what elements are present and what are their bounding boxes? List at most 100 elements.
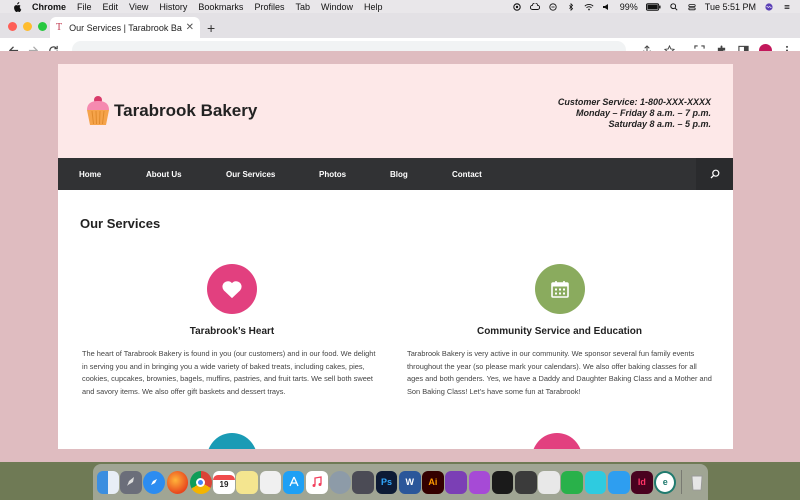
page-title: Our Services	[80, 216, 161, 231]
favicon-icon: T	[56, 22, 63, 33]
menu-help[interactable]: Help	[364, 2, 383, 12]
nav-photos[interactable]: Photos	[319, 170, 346, 179]
clapper-icon[interactable]	[514, 470, 537, 494]
chrome-dock-icon[interactable]	[189, 470, 212, 494]
nav-our-services[interactable]: Our Services	[226, 170, 275, 179]
bluetooth-icon[interactable]	[566, 2, 576, 11]
word-icon[interactable]: W	[398, 470, 421, 494]
music-note-icon	[312, 476, 322, 487]
app-store-icon[interactable]	[282, 470, 305, 494]
trash-icon[interactable]	[686, 471, 708, 494]
close-tab-icon[interactable]: ✕	[186, 22, 194, 33]
customer-service-line: Customer Service: 1-800-XXX-XXXX	[557, 97, 711, 107]
menu-file[interactable]: File	[77, 2, 92, 12]
menu-tab[interactable]: Tab	[295, 2, 310, 12]
preview-icon[interactable]	[259, 470, 282, 494]
final-draft-icon[interactable]	[491, 470, 514, 494]
calendar-icon	[550, 281, 569, 298]
app-store-glyph-icon	[289, 476, 299, 487]
siri-icon[interactable]	[764, 2, 774, 11]
creative-cloud-icon[interactable]	[529, 2, 540, 11]
monitor-icon[interactable]	[548, 2, 558, 11]
tab-title: Our Services | Tarabrook Bake	[69, 22, 182, 33]
affinity-icon[interactable]	[607, 470, 630, 494]
safari-icon[interactable]	[143, 470, 166, 494]
macos-menubar: Chrome File Edit View History Bookmarks …	[0, 0, 800, 13]
menu-edit[interactable]: Edit	[103, 2, 119, 12]
service-title: Tarabrook’s Heart	[189, 326, 275, 337]
page-viewport: Tarabrook Bakery Customer Service: 1-800…	[0, 51, 800, 449]
saturday-hours: Saturday 8 a.m. – 5 p.m.	[608, 119, 711, 129]
cupcake-logo-icon	[87, 96, 109, 125]
photoshop-icon[interactable]: Ps	[375, 470, 398, 494]
rocket-icon	[127, 477, 135, 486]
weekday-hours: Monday – Friday 8 a.m. – 7 p.m.	[575, 108, 711, 118]
e-app-icon[interactable]: e	[654, 470, 677, 494]
notification-center-icon[interactable]	[782, 3, 792, 11]
service-title: Community Service and Education	[476, 326, 643, 337]
service-card-community: Community Service and Education Tarabroo…	[407, 264, 712, 398]
menu-chrome[interactable]: Chrome	[32, 2, 66, 12]
trash-can-icon	[691, 475, 703, 491]
site-search-button[interactable]	[696, 158, 733, 190]
menu-window[interactable]: Window	[321, 2, 353, 12]
control-center-icon[interactable]	[687, 3, 697, 11]
affinity-photo-icon[interactable]	[445, 470, 467, 494]
nav-home[interactable]: Home	[79, 170, 101, 179]
screenshot-icon[interactable]	[352, 470, 375, 494]
brand-name: Tarabrook Bakery	[114, 100, 258, 120]
wifi-icon[interactable]	[584, 3, 594, 11]
battery-icon[interactable]	[645, 2, 661, 11]
nav-about-us[interactable]: About Us	[146, 170, 182, 179]
window-controls	[8, 22, 47, 31]
nav-contact[interactable]: Contact	[452, 170, 482, 179]
service-icon-circle-teal	[207, 433, 257, 449]
maximize-window-button[interactable]	[38, 22, 47, 31]
minimize-window-button[interactable]	[23, 22, 32, 31]
heart-icon	[222, 281, 242, 299]
service-card-heart: Tarabrook’s Heart The heart of Tarabrook…	[82, 264, 382, 398]
close-window-button[interactable]	[8, 22, 17, 31]
volume-icon[interactable]	[602, 3, 612, 11]
service-description: Tarabrook Bakery is very active in our c…	[407, 349, 712, 396]
finder-secondary-icon[interactable]	[538, 470, 560, 494]
menu-profiles[interactable]: Profiles	[254, 2, 284, 12]
tab-strip: T Our Services | Tarabrook Bake ✕ +	[0, 13, 800, 38]
search-spotlight-icon[interactable]	[669, 2, 679, 11]
compass-icon	[151, 479, 158, 485]
macos-dock: 19 Ps W Ai Id e	[93, 464, 708, 500]
tab-our-services[interactable]: T Our Services | Tarabrook Bake ✕	[50, 17, 200, 38]
indesign-icon[interactable]: Id	[631, 470, 653, 494]
calendar-day: 19	[219, 480, 229, 489]
dock-separator	[680, 470, 682, 494]
battery-percent: 99%	[619, 1, 638, 12]
service-description: The heart of Tarabrook Bakery is found i…	[82, 349, 376, 396]
menu-view[interactable]: View	[129, 2, 148, 12]
facetime-icon[interactable]	[561, 470, 584, 494]
site-logo[interactable]: Tarabrook Bakery	[85, 94, 257, 127]
affinity-publisher-icon[interactable]	[584, 470, 607, 494]
calendar-app-icon[interactable]: 19	[213, 470, 235, 494]
service-icon-circle-pink	[532, 433, 582, 449]
site-navbar: Home About Us Our Services Photos Blog C…	[58, 158, 733, 190]
affinity-designer-icon[interactable]	[468, 470, 491, 494]
music-icon[interactable]	[305, 470, 328, 494]
notes-icon[interactable]	[236, 470, 259, 494]
clock[interactable]: Tue 5:51 PM	[705, 2, 756, 12]
firefox-icon[interactable]	[166, 470, 189, 494]
finder-icon[interactable]	[97, 470, 119, 494]
calendar-icon-circle	[534, 264, 585, 314]
menu-history[interactable]: History	[159, 2, 187, 12]
status-circle-icon[interactable]	[512, 2, 522, 11]
nav-blog[interactable]: Blog	[390, 170, 408, 179]
contact-info: Customer Service: 1-800-XXX-XXXX Monday …	[558, 97, 711, 130]
launchpad-icon[interactable]	[120, 470, 142, 494]
menu-bookmarks[interactable]: Bookmarks	[198, 2, 243, 12]
new-tab-button[interactable]: +	[207, 20, 215, 36]
heart-icon-circle	[207, 264, 257, 314]
illustrator-icon[interactable]: Ai	[422, 470, 444, 494]
search-icon	[710, 169, 719, 179]
apple-logo-icon[interactable]	[12, 1, 22, 12]
bakery-site: Tarabrook Bakery Customer Service: 1-800…	[58, 64, 733, 449]
quicktime-icon[interactable]	[329, 470, 351, 494]
